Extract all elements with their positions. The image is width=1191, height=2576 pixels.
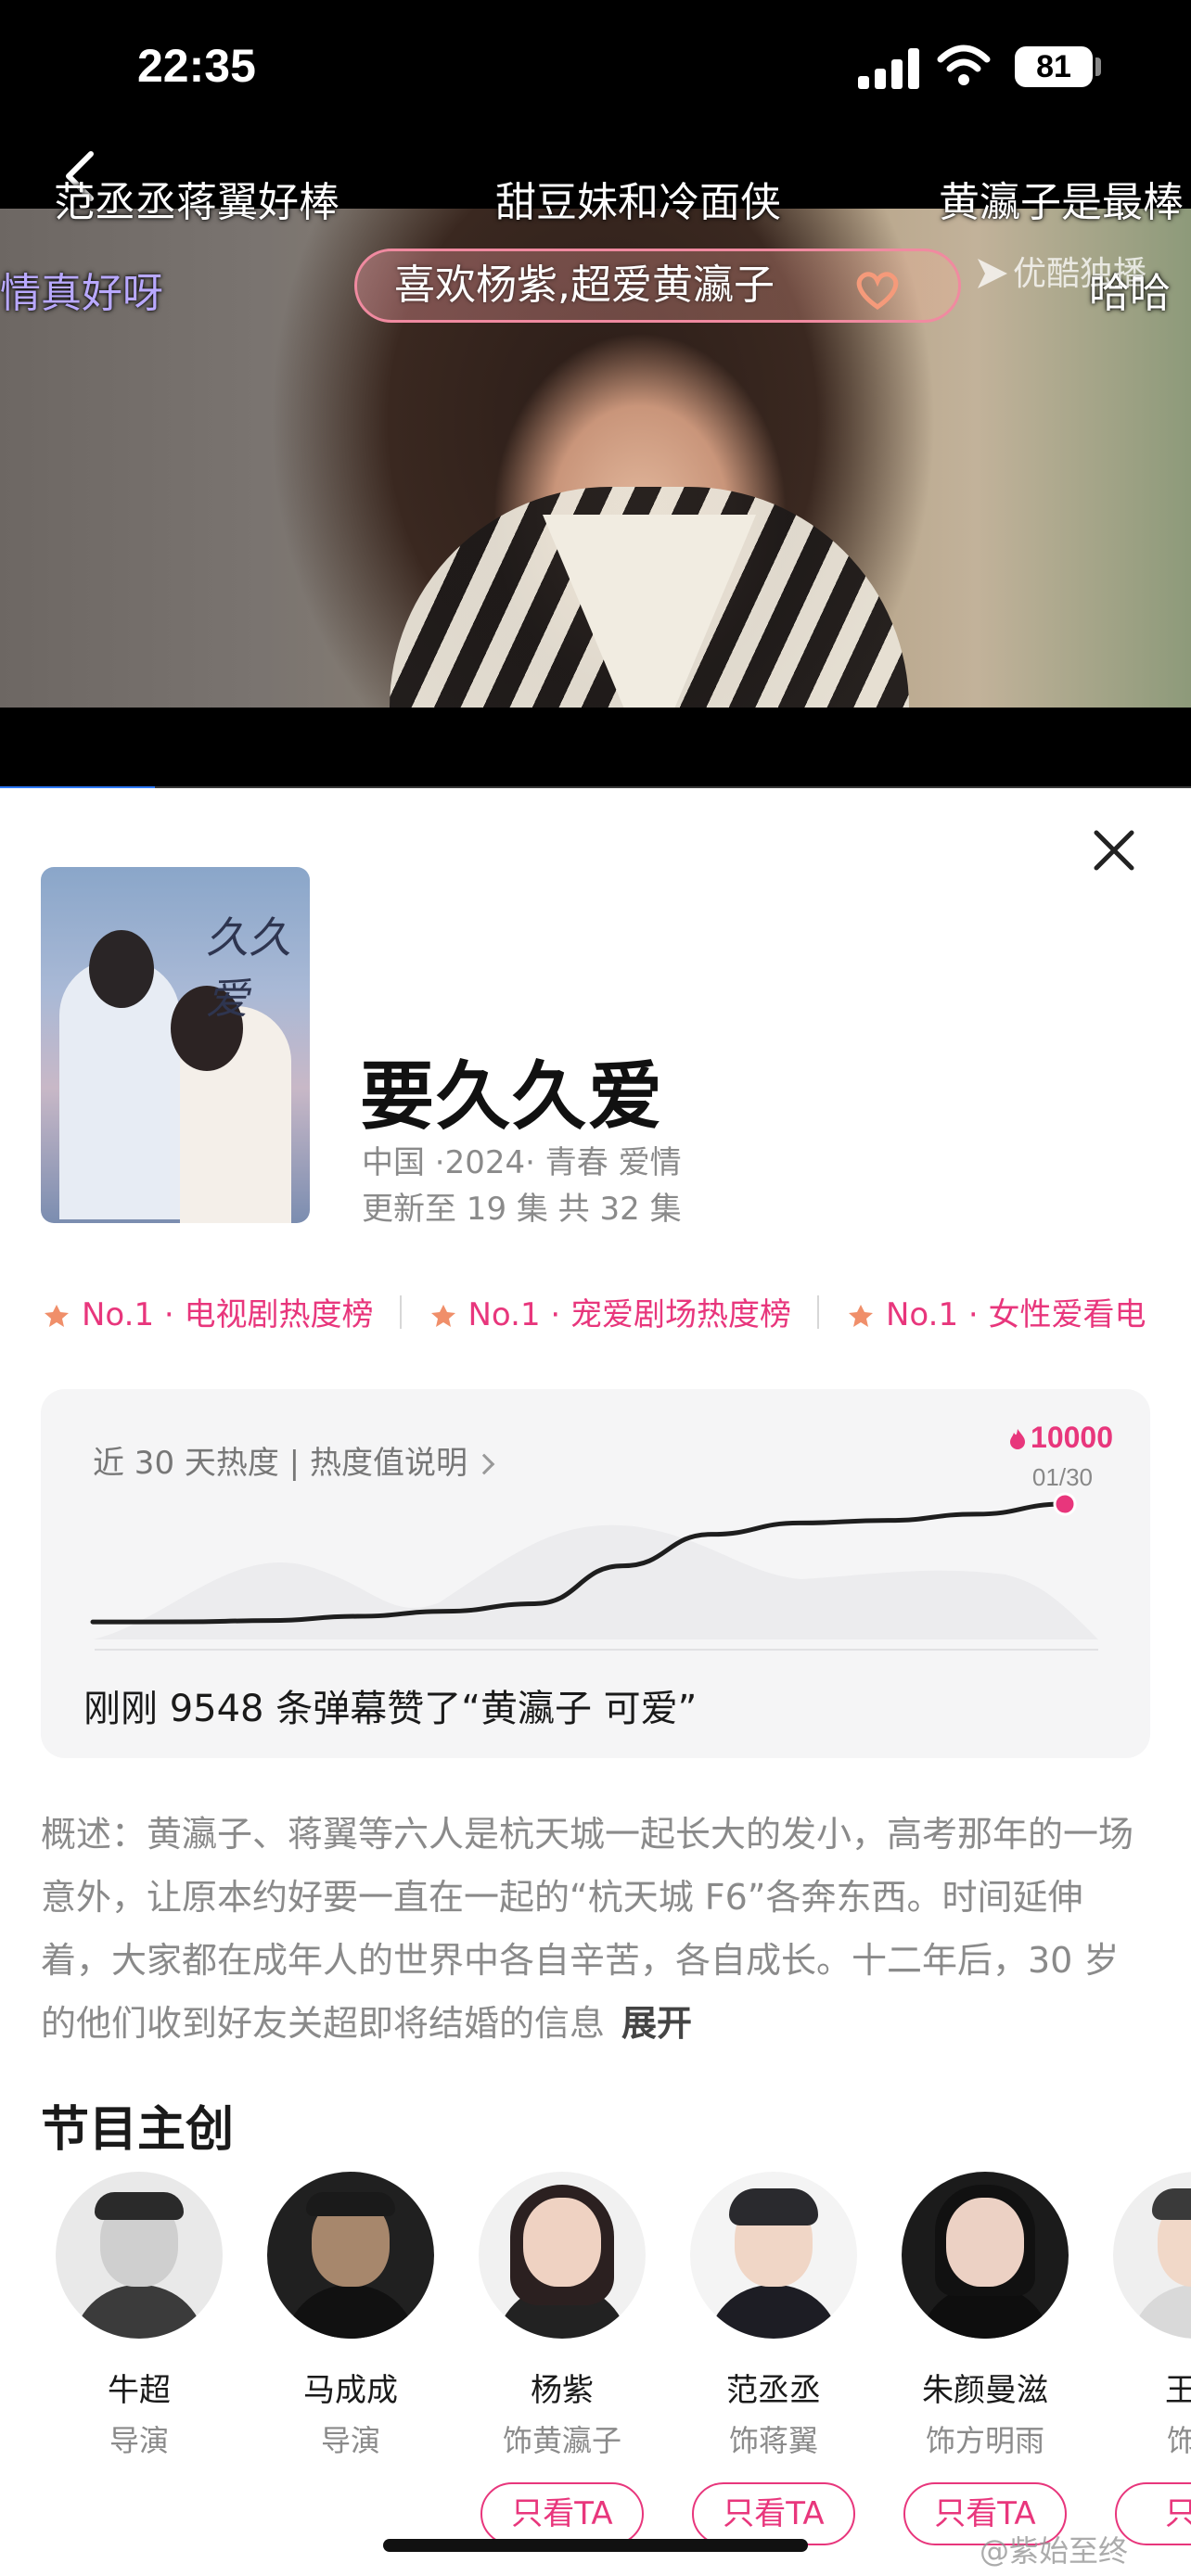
show-poster[interactable]: 久久爱	[41, 867, 310, 1223]
show-meta: 中国 ·2024· 青春 爱情	[362, 1144, 682, 1181]
ranking-badge[interactable]: No.1 · 电视剧热度榜	[41, 1289, 374, 1334]
danmu-comment: 甜豆妹和冷面侠	[495, 179, 781, 226]
ranking-divider	[817, 1294, 819, 1329]
avatar	[1113, 2172, 1191, 2339]
heat-divider	[95, 1649, 1098, 1651]
show-title: 要久久爱	[360, 1053, 664, 1140]
synopsis[interactable]: 概述：黄瀛子、蒋翼等六人是杭天城一起长大的发小，高考那年的一场意外，让原本约好要…	[41, 1803, 1150, 2055]
creator-role: 饰黄瀛子	[502, 2423, 621, 2458]
youku-logo-icon	[978, 259, 1007, 288]
creator-card[interactable]: 马成成 导演	[245, 2172, 456, 2460]
creators-section-title: 节目主创	[41, 2102, 235, 2158]
avatar	[690, 2172, 857, 2339]
creator-name: 朱颜曼滋	[922, 2372, 1048, 2409]
playback-progress-fill	[0, 786, 155, 788]
danmu-comment: 范丞丞蒋翼好棒	[54, 179, 339, 226]
poster-title: 久久爱	[206, 912, 291, 1024]
synopsis-text: 概述：黄瀛子、蒋翼等六人是杭天城一起长大的发小，高考那年的一场意外，让原本约好要…	[41, 1814, 1134, 2044]
heat-label[interactable]: 近 30 天热度 | 热度值说明	[93, 1437, 495, 1483]
youku-watermark: 优酷独播	[978, 247, 1146, 295]
video-player[interactable]: 22:35 81 范丞丞蒋翼好棒 甜豆妹和冷面侠 黄瀛子是最棒 情真好呀 哈哈 …	[0, 0, 1191, 788]
watch-only-button[interactable]: 只看TA	[692, 2482, 855, 2545]
creator-card[interactable]: 朱颜曼滋 饰方明雨 只看TA	[879, 2172, 1091, 2545]
creator-name: 范丞丞	[726, 2372, 821, 2409]
creator-role: 饰方明雨	[925, 2423, 1044, 2458]
chevron-right-icon	[473, 1453, 495, 1475]
watch-only-button[interactable]: 只看TA	[480, 2482, 644, 2545]
ranking-badge[interactable]: No.1 · 宠爱剧场热度榜	[428, 1289, 791, 1334]
laurel-icon	[430, 1305, 455, 1327]
ranking-badges[interactable]: No.1 · 电视剧热度榜 No.1 · 宠爱剧场热度榜 No.1 · 女性爱看…	[41, 1289, 1191, 1335]
heat-peak-value: 10000	[1008, 1421, 1113, 1455]
wifi-icon	[937, 45, 991, 85]
featured-danmu-text: 喜欢杨紫,超爱黄瀛子	[394, 261, 775, 309]
avatar	[267, 2172, 434, 2339]
poster-figure-male-head	[89, 930, 154, 1008]
danmu-comment: 情真好呀	[0, 270, 163, 317]
ranking-badge[interactable]: No.1 · 女性爱看电	[845, 1289, 1146, 1334]
avatar	[902, 2172, 1069, 2339]
creator-role: 导演	[109, 2423, 169, 2458]
avatar	[479, 2172, 646, 2339]
show-episodes: 更新至 19 集 共 32 集	[362, 1191, 682, 1228]
laurel-icon	[849, 1305, 873, 1327]
danmu-comment: 黄瀛子是最棒	[939, 179, 1184, 226]
close-icon[interactable]	[1089, 825, 1139, 875]
creators-carousel[interactable]: 牛超 导演 马成成 导演 杨紫 饰黄瀛子 只看TA 范丞丞 饰蒋翼 只看TA 朱…	[0, 2172, 1191, 2576]
creator-card[interactable]: 牛超 导演	[33, 2172, 245, 2460]
creator-name: 马成成	[303, 2372, 398, 2409]
creator-card[interactable]: 杨紫 饰黄瀛子 只看TA	[456, 2172, 668, 2545]
creator-card[interactable]: 范丞丞 饰蒋翼 只看TA	[668, 2172, 879, 2545]
heat-trend-card[interactable]: 近 30 天热度 | 热度值说明 10000 01/30 刚刚 9548 条弹幕…	[41, 1389, 1150, 1758]
creator-name: 杨紫	[531, 2372, 594, 2409]
ranking-divider	[399, 1294, 402, 1329]
expand-button[interactable]: 展开	[621, 2003, 692, 2044]
featured-danmu[interactable]: 喜欢杨紫,超爱黄瀛子	[354, 249, 961, 323]
avatar	[56, 2172, 223, 2339]
playback-progress-bar[interactable]	[0, 786, 1191, 788]
heat-peak-date: 01/30	[1031, 1463, 1093, 1491]
creator-role: 饰蒋翼	[728, 2423, 818, 2458]
flame-icon	[1010, 1429, 1026, 1449]
heat-caption: 刚刚 9548 条弹幕赞了“黄瀛子 可爱”	[83, 1688, 698, 1730]
laurel-icon	[45, 1305, 69, 1327]
creator-card[interactable]: 王鹤 饰廖 只看	[1091, 2172, 1191, 2545]
battery-tip	[1095, 57, 1101, 76]
creator-role: 导演	[320, 2423, 380, 2458]
home-indicator[interactable]	[383, 2539, 808, 2552]
heat-peak-marker	[1053, 1492, 1077, 1516]
heart-icon	[856, 272, 899, 311]
battery-icon: 81	[1015, 46, 1093, 87]
cellular-signal-icon	[858, 48, 919, 89]
creator-role: 饰廖	[1166, 2423, 1191, 2458]
status-time: 22:35	[137, 40, 256, 92]
creator-name: 牛超	[108, 2372, 171, 2409]
status-bar: 22:35 81	[0, 0, 1191, 139]
creator-name: 王鹤	[1165, 2372, 1191, 2409]
weibo-watermark: @紫始至终	[980, 2533, 1129, 2569]
